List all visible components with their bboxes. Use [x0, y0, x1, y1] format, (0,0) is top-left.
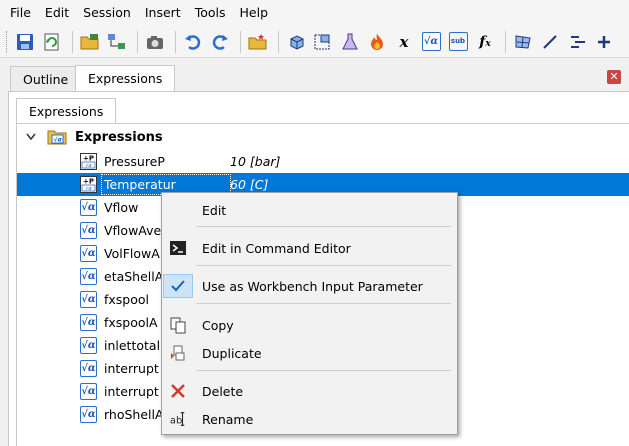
tab-expressions[interactable]: Expressions [75, 65, 176, 92]
expression-name: interrupt [104, 361, 159, 376]
expression-icon: √α [80, 291, 97, 308]
context-menu: Edit Edit in Command Editor Use as Workb… [161, 192, 458, 435]
menu-separator [196, 226, 451, 227]
camera-icon[interactable] [143, 30, 167, 54]
grid-icon[interactable] [511, 30, 535, 54]
tree-root-label: Expressions [75, 129, 163, 145]
expression-icon: √α [80, 406, 97, 423]
svg-text:√α: √α [85, 186, 92, 192]
parameter-icon: +P √α [80, 153, 97, 170]
flask-icon[interactable] [338, 30, 362, 54]
expression-name: interrupt [104, 384, 159, 399]
menu-item-delete[interactable]: Delete [162, 378, 457, 404]
menu-file[interactable]: File [4, 0, 39, 26]
expression-name: Temperatur [104, 177, 176, 192]
undo-icon[interactable] [181, 30, 205, 54]
expression-icon: √α [80, 337, 97, 354]
expression-value: 10 [bar] [230, 154, 281, 169]
expression-name: VflowAve [104, 223, 162, 238]
sub-icon[interactable]: sub [446, 30, 470, 54]
menu-tools[interactable]: Tools [189, 0, 234, 26]
expression-icon: √α [80, 383, 97, 400]
expression-icon: √α [80, 360, 97, 377]
chevron-down-icon[interactable] [23, 133, 39, 141]
menu-session[interactable]: Session [77, 0, 139, 26]
menu-separator [196, 265, 451, 266]
menu-separator [196, 303, 451, 304]
expression-name: VolFlowA [104, 246, 160, 261]
expression-name: PressureP [104, 154, 165, 169]
menu-item-copy[interactable]: Copy [162, 312, 457, 338]
expression-icon: √α [80, 268, 97, 285]
menu-item-duplicate[interactable]: Duplicate [162, 340, 457, 366]
mesh-icon[interactable] [311, 30, 335, 54]
delete-icon [169, 382, 187, 400]
rename-icon: ab [169, 410, 187, 428]
svg-text:√α: √α [85, 163, 92, 169]
variable-x-icon[interactable]: x [392, 30, 416, 54]
expression-name: rhoShellA [104, 407, 164, 422]
toolbar-grip[interactable] [6, 30, 9, 53]
svg-text:+P: +P [83, 155, 94, 163]
vfx-icon[interactable]: √α [419, 30, 443, 54]
menu-edit[interactable]: Edit [39, 0, 77, 26]
menu-item-duplicate-label: Duplicate [202, 345, 262, 361]
tree-row[interactable]: +P √α PressureP 10 [bar] [17, 150, 629, 173]
expression-value: 60 [C] [230, 177, 269, 192]
menu-bar: File Edit Session Insert Tools Help [0, 0, 629, 26]
menu-item-edit[interactable]: Edit [162, 197, 457, 223]
svg-text:√α: √α [53, 137, 62, 144]
folder-star-icon[interactable] [246, 30, 270, 54]
expression-name: fxspoolA [104, 315, 158, 330]
function-icon[interactable]: fx [473, 30, 497, 54]
redo-icon[interactable] [208, 30, 232, 54]
menu-separator [196, 370, 451, 371]
expressions-folder-icon: √α [47, 128, 67, 146]
command-editor-icon [169, 239, 187, 257]
expression-name: Vflow [104, 200, 139, 215]
menu-item-rename-label: Rename [202, 411, 254, 427]
svg-text:ab: ab [170, 416, 182, 427]
toolbar: x √α sub fx [0, 26, 629, 58]
tab-outline[interactable]: Outline [10, 66, 82, 92]
duplicate-icon [169, 344, 187, 362]
menu-help[interactable]: Help [234, 0, 277, 26]
split-icon[interactable] [565, 30, 589, 54]
refresh-icon[interactable] [40, 30, 64, 54]
network-icon[interactable] [105, 30, 129, 54]
close-icon[interactable]: ✕ [607, 70, 621, 84]
open-folder-icon[interactable] [78, 30, 102, 54]
menu-item-edit-command-label: Edit in Command Editor [202, 240, 351, 256]
menu-item-edit-command[interactable]: Edit in Command Editor [162, 235, 457, 261]
parameter-icon: +P √α [80, 176, 97, 193]
panel-tab-bar: Outline Expressions ✕ [0, 60, 629, 92]
copy-icon [169, 316, 187, 334]
expression-icon: √α [80, 245, 97, 262]
menu-item-edit-label: Edit [202, 202, 227, 218]
menu-item-delete-label: Delete [202, 383, 244, 399]
menu-item-rename[interactable]: ab Rename [162, 406, 457, 432]
expression-name: etaShellA [104, 269, 164, 284]
svg-text:+P: +P [83, 178, 94, 186]
flame-icon[interactable] [365, 30, 389, 54]
expression-name: inlettotalp [104, 338, 168, 353]
menu-item-use-workbench-input-label: Use as Workbench Input Parameter [202, 278, 423, 294]
subtab-expressions[interactable]: Expressions [16, 98, 117, 124]
checkmark-icon [169, 277, 187, 295]
line-icon[interactable] [538, 30, 562, 54]
menu-insert[interactable]: Insert [139, 0, 189, 26]
menu-item-copy-label: Copy [202, 317, 234, 333]
expression-icon: √α [80, 222, 97, 239]
cube-icon[interactable] [284, 30, 308, 54]
plus-icon[interactable] [592, 30, 616, 54]
tree-root[interactable]: √α Expressions [17, 126, 629, 148]
expression-name: fxspool [104, 292, 150, 307]
expression-icon: √α [80, 314, 97, 331]
menu-item-use-workbench-input[interactable]: Use as Workbench Input Parameter [162, 273, 457, 299]
save-icon[interactable] [13, 30, 37, 54]
expression-icon: √α [80, 199, 97, 216]
